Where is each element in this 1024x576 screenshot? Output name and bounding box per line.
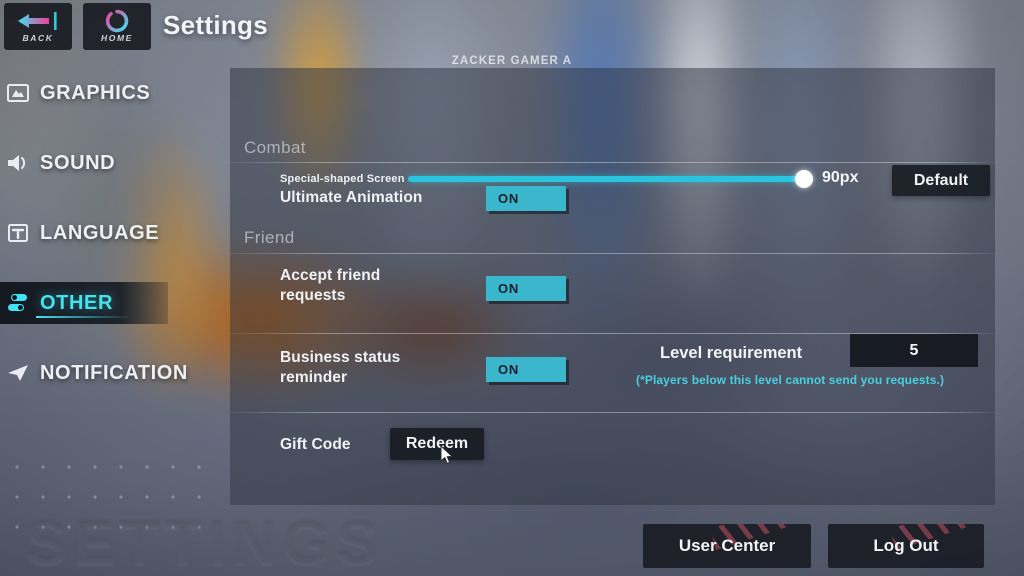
paper-plane-icon <box>6 362 30 384</box>
log-out-button-label: Log Out <box>873 536 939 555</box>
ultimate-animation-toggle[interactable]: ON <box>486 186 566 211</box>
settings-sidebar: GRAPHICS SOUND LANGUAGE OTHER NOTIFICATI… <box>0 72 200 394</box>
gift-code-label: Gift Code <box>280 436 351 453</box>
user-watermark: ZACKER GAMER A <box>451 55 573 67</box>
level-requirement-value[interactable]: 5 <box>850 334 978 367</box>
divider-friend <box>230 253 995 254</box>
sidebar-item-language-label: LANGUAGE <box>40 221 160 244</box>
sidebar-item-graphics[interactable]: GRAPHICS <box>0 72 200 114</box>
slider-handle[interactable] <box>795 170 813 188</box>
home-button-label: HOME <box>101 33 133 43</box>
divider-combat <box>230 162 995 163</box>
sidebar-item-sound-label: SOUND <box>40 151 116 174</box>
business-status-reminder-label: Business status reminder <box>280 348 400 388</box>
ultimate-animation-label: Ultimate Animation <box>280 189 423 206</box>
sidebar-item-sound[interactable]: SOUND <box>0 142 200 184</box>
sidebar-item-other[interactable]: OTHER <box>0 282 168 324</box>
page-watermark: SETTINGS <box>26 509 385 576</box>
accept-friend-requests-label: Accept friend requests <box>280 266 380 306</box>
divider-business-status <box>230 412 995 413</box>
user-center-button-label: User Center <box>678 536 776 555</box>
sidebar-item-language[interactable]: LANGUAGE <box>0 212 200 254</box>
divider-friend-requests <box>230 333 995 334</box>
language-icon <box>6 222 30 244</box>
accept-friend-requests-toggle[interactable]: ON <box>486 276 566 301</box>
slider-value: 90px <box>822 169 859 186</box>
sidebar-item-other-label: OTHER <box>40 291 113 314</box>
back-button-label: BACK <box>22 33 54 43</box>
user-center-button[interactable]: User Center <box>643 524 811 568</box>
business-status-reminder-toggle-state: ON <box>498 362 520 377</box>
settings-panel: Special-shaped Screen 90px Default Comba… <box>230 68 995 505</box>
ultimate-animation-toggle-state: ON <box>498 191 520 206</box>
business-status-reminder-toggle[interactable]: ON <box>486 357 566 382</box>
home-button[interactable]: HOME <box>83 3 151 50</box>
page-title: Settings <box>163 10 268 40</box>
log-out-button[interactable]: Log Out <box>828 524 984 568</box>
section-title-friend: Friend <box>244 228 295 247</box>
accept-friend-requests-toggle-state: ON <box>498 281 520 296</box>
accept-friend-requests-label-line2: requests <box>280 287 346 304</box>
sliders-icon <box>6 292 30 314</box>
speaker-icon <box>6 152 30 174</box>
business-status-reminder-label-line1: Business status <box>280 349 401 366</box>
sidebar-item-graphics-label: GRAPHICS <box>40 81 151 104</box>
section-title-combat: Combat <box>244 138 306 157</box>
back-arrow-icon <box>16 10 60 32</box>
special-shaped-screen-label: Special-shaped Screen <box>280 173 405 185</box>
home-ring-icon <box>105 9 129 33</box>
sidebar-active-underline <box>36 316 128 318</box>
redeem-button[interactable]: Redeem <box>390 428 484 460</box>
back-button[interactable]: BACK <box>4 3 72 50</box>
sidebar-item-notification[interactable]: NOTIFICATION <box>0 352 200 394</box>
graphics-icon <box>6 82 30 104</box>
special-shaped-screen-slider[interactable] <box>408 176 806 182</box>
level-requirement-label: Level requirement <box>660 344 803 362</box>
accept-friend-requests-label-line1: Accept friend <box>280 267 381 284</box>
level-requirement-note: (*Players below this level cannot send y… <box>636 373 945 387</box>
business-status-reminder-label-line2: reminder <box>280 369 348 386</box>
sidebar-item-notification-label: NOTIFICATION <box>40 361 188 384</box>
settings-screen: SETTINGS BACK HOME Settings ZACKER GAMER… <box>0 0 1024 576</box>
default-button[interactable]: Default <box>892 165 990 196</box>
